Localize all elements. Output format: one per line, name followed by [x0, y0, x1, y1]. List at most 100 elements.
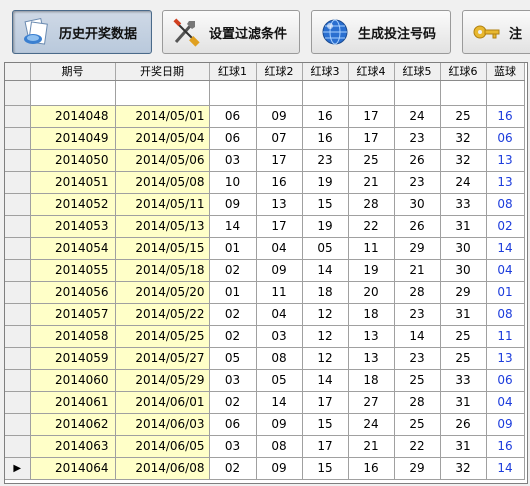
row-header[interactable]: [5, 303, 31, 326]
draw-date-cell[interactable]: 2014/05/08: [115, 171, 210, 194]
row-header[interactable]: [5, 215, 31, 238]
red-ball-2-cell[interactable]: 17: [256, 215, 303, 238]
red-ball-1-cell[interactable]: 01: [209, 237, 257, 260]
red-ball-3-cell[interactable]: 16: [302, 127, 349, 150]
red-ball-5-cell[interactable]: 23: [394, 347, 441, 370]
issue-cell[interactable]: 2014056: [30, 281, 116, 304]
table-row[interactable]: 2014057 2014/05/22 02 04 12 18 23 31 08: [5, 303, 525, 326]
row-header[interactable]: [5, 413, 31, 436]
table-row[interactable]: 2014050 2014/05/06 03 17 23 25 26 32 13: [5, 149, 525, 172]
red-ball-2-cell[interactable]: 09: [256, 457, 303, 480]
issue-cell[interactable]: 2014062: [30, 413, 116, 436]
red-ball-1-cell[interactable]: 03: [209, 149, 257, 172]
issue-cell[interactable]: 2014060: [30, 369, 116, 392]
blue-ball-cell[interactable]: 14: [486, 457, 525, 480]
draw-date-cell[interactable]: 2014/06/08: [115, 457, 210, 480]
lottery-history-grid[interactable]: 期号 开奖日期 红球1 红球2 红球3 红球4 红球5 红球6 蓝球 20140…: [4, 62, 528, 484]
blue-ball-cell[interactable]: 14: [486, 237, 525, 260]
red-ball-5-cell[interactable]: 29: [394, 457, 441, 480]
issue-cell[interactable]: 2014054: [30, 237, 116, 260]
red-ball-6-cell[interactable]: 32: [440, 457, 487, 480]
red-ball-3-cell[interactable]: 17: [302, 391, 349, 414]
draw-date-cell[interactable]: 2014/05/01: [115, 105, 210, 128]
blue-ball-cell[interactable]: 13: [486, 347, 525, 370]
red-ball-1-cell[interactable]: 03: [209, 369, 257, 392]
draw-date-cell[interactable]: 2014/05/04: [115, 127, 210, 150]
table-row[interactable]: 2014056 2014/05/20 01 11 18 20 28 29 01: [5, 281, 525, 304]
issue-cell[interactable]: 2014052: [30, 193, 116, 216]
red-ball-4-cell[interactable]: 28: [348, 193, 395, 216]
red-ball-1-cell[interactable]: 02: [209, 259, 257, 282]
red-ball-4-cell[interactable]: 21: [348, 435, 395, 458]
red-ball-6-cell[interactable]: 32: [440, 149, 487, 172]
draw-date-cell[interactable]: 2014/06/01: [115, 391, 210, 414]
red-ball-4-cell[interactable]: 18: [348, 369, 395, 392]
issue-cell[interactable]: 2014063: [30, 435, 116, 458]
row-header[interactable]: [5, 281, 31, 304]
red-ball-6-cell[interactable]: 26: [440, 413, 487, 436]
row-header[interactable]: [5, 259, 31, 282]
row-header[interactable]: [5, 193, 31, 216]
red-ball-3-cell[interactable]: 18: [302, 281, 349, 304]
red-ball-4-cell[interactable]: 24: [348, 413, 395, 436]
table-row[interactable]: 2014055 2014/05/18 02 09 14 19 21 30 04: [5, 259, 525, 282]
row-header[interactable]: [5, 237, 31, 260]
red-ball-3-cell[interactable]: 15: [302, 413, 349, 436]
issue-cell[interactable]: 2014055: [30, 259, 116, 282]
row-header[interactable]: [5, 149, 31, 172]
red-ball-6-cell[interactable]: 33: [440, 193, 487, 216]
table-row[interactable]: 2014063 2014/06/05 03 08 17 21 22 31 16: [5, 435, 525, 458]
red-ball-6-cell[interactable]: 30: [440, 259, 487, 282]
red-ball-5-cell[interactable]: 28: [394, 281, 441, 304]
issue-cell[interactable]: 2014053: [30, 215, 116, 238]
column-header[interactable]: 红球6: [440, 63, 487, 81]
red-ball-1-cell[interactable]: 06: [209, 413, 257, 436]
red-ball-6-cell[interactable]: 29: [440, 281, 487, 304]
column-header[interactable]: 红球4: [348, 63, 395, 81]
draw-date-cell[interactable]: 2014/05/13: [115, 215, 210, 238]
table-cell[interactable]: [394, 80, 441, 106]
table-cell[interactable]: [30, 80, 116, 106]
red-ball-2-cell[interactable]: 09: [256, 413, 303, 436]
table-cell[interactable]: [115, 80, 210, 106]
red-ball-5-cell[interactable]: 30: [394, 193, 441, 216]
red-ball-2-cell[interactable]: 17: [256, 149, 303, 172]
red-ball-6-cell[interactable]: 31: [440, 215, 487, 238]
generate-numbers-button[interactable]: 生成投注号码: [311, 10, 451, 54]
red-ball-2-cell[interactable]: 09: [256, 105, 303, 128]
column-header[interactable]: 开奖日期: [115, 63, 210, 81]
red-ball-6-cell[interactable]: 32: [440, 127, 487, 150]
red-ball-3-cell[interactable]: 14: [302, 369, 349, 392]
draw-date-cell[interactable]: 2014/06/03: [115, 413, 210, 436]
red-ball-1-cell[interactable]: 10: [209, 171, 257, 194]
row-header[interactable]: [5, 80, 31, 106]
red-ball-1-cell[interactable]: 06: [209, 127, 257, 150]
red-ball-6-cell[interactable]: 24: [440, 171, 487, 194]
row-header[interactable]: [5, 347, 31, 370]
red-ball-4-cell[interactable]: 18: [348, 303, 395, 326]
draw-date-cell[interactable]: 2014/05/25: [115, 325, 210, 348]
draw-date-cell[interactable]: 2014/05/27: [115, 347, 210, 370]
table-cell[interactable]: [256, 80, 303, 106]
table-row[interactable]: 2014048 2014/05/01 06 09 16 17 24 25 16: [5, 105, 525, 128]
red-ball-4-cell[interactable]: 19: [348, 259, 395, 282]
row-header[interactable]: [5, 171, 31, 194]
red-ball-6-cell[interactable]: 31: [440, 303, 487, 326]
blue-ball-cell[interactable]: 08: [486, 193, 525, 216]
blue-ball-cell[interactable]: 06: [486, 127, 525, 150]
red-ball-3-cell[interactable]: 12: [302, 303, 349, 326]
blue-ball-cell[interactable]: 08: [486, 303, 525, 326]
draw-date-cell[interactable]: 2014/05/06: [115, 149, 210, 172]
red-ball-2-cell[interactable]: 05: [256, 369, 303, 392]
history-data-button[interactable]: 历史开奖数据: [12, 10, 152, 54]
red-ball-6-cell[interactable]: 25: [440, 105, 487, 128]
red-ball-6-cell[interactable]: 25: [440, 325, 487, 348]
red-ball-6-cell[interactable]: 31: [440, 391, 487, 414]
table-row[interactable]: 2014062 2014/06/03 06 09 15 24 25 26 09: [5, 413, 525, 436]
red-ball-3-cell[interactable]: 16: [302, 105, 349, 128]
red-ball-4-cell[interactable]: 17: [348, 127, 395, 150]
red-ball-2-cell[interactable]: 11: [256, 281, 303, 304]
red-ball-3-cell[interactable]: 19: [302, 171, 349, 194]
column-header[interactable]: 红球3: [302, 63, 349, 81]
blue-ball-cell[interactable]: 09: [486, 413, 525, 436]
